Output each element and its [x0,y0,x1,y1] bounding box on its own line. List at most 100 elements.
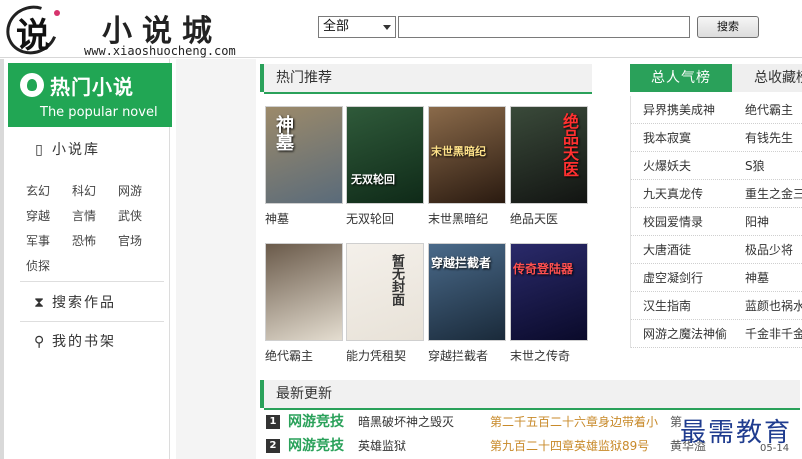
library-label: 小说库 [52,142,100,158]
search-category-select[interactable]: 全部 [318,16,396,38]
update-book-link[interactable]: 英雄监狱 [358,435,406,457]
update-category-link[interactable]: 网游竞技 [288,435,344,457]
ranking-book-link[interactable]: 火爆妖夫 [643,152,691,180]
cover-title: 穿越拦截者 [431,256,492,270]
update-rank-number: 2 [266,439,280,453]
book-cover[interactable]: 穿越拦截者 [428,243,506,341]
cover-title: 传奇登陆器 [513,262,574,276]
ranking-book-link[interactable]: 九天真龙传 [643,180,703,208]
hourglass-icon: ⧗ [34,295,46,311]
book-title[interactable]: 能力凭租契 [346,347,424,364]
logo-calligraphy: 说 [16,16,50,56]
cover-title: 无双轮回 [351,173,395,186]
book-card[interactable]: 神墓 神墓 [265,106,343,227]
tab-total-favorites[interactable]: 总收藏榜 [732,64,802,92]
update-book-link[interactable]: 暗黑破坏神之毁灭 [358,411,454,433]
genre-link[interactable]: 言情 [72,207,118,224]
site-header: 说 小说城 www.xiaoshuocheng.com 全部 搜索 [0,0,802,63]
ranking-row: 虚空凝剑行 神墓 [631,264,802,292]
genre-link[interactable]: 科幻 [72,182,118,199]
site-logo[interactable]: 说 小说城 www.xiaoshuocheng.com [0,0,254,63]
book-title[interactable]: 绝代霸主 [265,347,343,364]
sidebar-item-bookshelf[interactable]: ⚲ 我的书架 [34,331,116,351]
ranking-row: 异界携美成神 绝代霸主 [631,96,802,124]
banner-subtitle: The popular novel [40,105,158,120]
ranking-book-link[interactable]: 蓝颜也祸水 [745,292,802,320]
ranking-book-link[interactable]: 异界携美成神 [643,96,715,124]
logo-dot [54,10,60,16]
genre-link[interactable]: 侦探 [26,257,72,274]
ranking-tabs: 总人气榜 总收藏榜 [630,64,802,92]
sidebar-banner: 热门小说 The popular novel [8,63,172,127]
book-card[interactable]: 绝代霸主 [265,243,343,364]
ranking-row: 我本寂寞 有钱先生 [631,124,802,152]
book-card[interactable]: 暂无封面能力凭租契 [346,243,424,364]
cover-title: 神墓 [273,115,294,151]
ranking-book-link[interactable]: 神墓 [745,264,769,292]
ranking-book-link[interactable]: 汉生指南 [643,292,691,320]
book-cover[interactable]: 无双轮回 [346,106,424,204]
ranking-book-link[interactable]: 校园爱情录 [643,208,703,236]
divider [20,321,164,322]
ranking-book-link[interactable]: 绝代霸主 [745,96,793,124]
genre-link[interactable]: 玄幻 [26,182,72,199]
book-card[interactable]: 无双轮回 无双轮回 [346,106,424,227]
book-title[interactable]: 末世之传奇 [510,347,588,364]
book-card[interactable]: 传奇登陆器末世之传奇 [510,243,588,364]
book-title[interactable]: 无双轮回 [346,210,424,227]
genre-grid: 玄幻 科幻 网游 穿越 言情 武侠 军事 恐怖 官场 侦探 [26,182,166,274]
ranking-book-link[interactable]: 重生之金三 [745,180,802,208]
book-title[interactable]: 穿越拦截者 [428,347,506,364]
search-input[interactable] [398,16,690,38]
update-chapter-link[interactable]: 第九百二十四章英雄监狱89号 [490,435,649,457]
update-rank-number: 1 [266,415,280,429]
genre-link[interactable]: 武侠 [118,207,164,224]
update-category-link[interactable]: 网游竞技 [288,411,344,433]
book-cover[interactable] [265,243,343,341]
book-title[interactable]: 神墓 [265,210,343,227]
magnifier-icon: ⚲ [34,334,47,350]
ranking-row: 网游之魔法神偷 千金非千金 [631,320,802,348]
ranking-book-link[interactable]: S狼 [745,152,765,180]
book-cover[interactable]: 末世黑暗纪 [428,106,506,204]
genre-link[interactable]: 网游 [118,182,164,199]
ranking-book-link[interactable]: 有钱先生 [745,124,793,152]
watermark: 最需教育 [680,418,793,448]
ranking-book-link[interactable]: 大唐酒徒 [643,236,691,264]
cover-title: 暂无封面 [389,254,404,306]
cover-title: 绝品天医 [560,113,579,177]
site-url: www.xiaoshuocheng.com [84,44,236,58]
ranking-row: 九天真龙传 重生之金三 [631,180,802,208]
ranking-book-link[interactable]: 极品少将 [745,236,793,264]
banner-title: 热门小说 [50,75,134,99]
ranking-book-link[interactable]: 千金非千金 [745,320,802,348]
sidebar-item-library[interactable]: ▯ 小说库 [34,139,100,159]
book-card[interactable]: 末世黑暗纪 末世黑暗纪 [428,106,506,227]
ranking-book-link[interactable]: 网游之魔法神偷 [643,320,727,348]
book-cover[interactable]: 绝品天医 [510,106,588,204]
book-card[interactable]: 绝品天医 绝品天医 [510,106,588,227]
book-title[interactable]: 末世黑暗纪 [428,210,506,227]
genre-link[interactable]: 穿越 [26,207,72,224]
ranking-book-link[interactable]: 虚空凝剑行 [643,264,703,292]
search-button[interactable]: 搜索 [697,16,759,38]
sidebar-item-search-works[interactable]: ⧗ 搜索作品 [34,292,116,312]
hot-recommend-header: 热门推荐 [260,64,592,94]
genre-link[interactable]: 官场 [118,232,164,249]
book-cover[interactable]: 传奇登陆器 [510,243,588,341]
ranking-book-link[interactable]: 我本寂寞 [643,124,691,152]
cover-title: 末世黑暗纪 [431,145,486,158]
book-cover[interactable]: 暂无封面 [346,243,424,341]
genre-link[interactable]: 军事 [26,232,72,249]
ranking-book-link[interactable]: 阳神 [745,208,769,236]
genre-link[interactable]: 恐怖 [72,232,118,249]
bookshelf-label: 我的书架 [52,334,116,350]
ranking-list: 异界携美成神 绝代霸主我本寂寞 有钱先生火爆妖夫 S狼九天真龙传 重生之金三校园爱情录 阳… [630,96,802,348]
chevron-down-icon [383,25,391,30]
book-title[interactable]: 绝品天医 [510,210,588,227]
tab-total-popularity[interactable]: 总人气榜 [630,64,732,92]
sidebar: 热门小说 The popular novel ▯ 小说库 玄幻 科幻 网游 穿越 … [0,59,172,459]
book-cover[interactable]: 神墓 [265,106,343,204]
book-card[interactable]: 穿越拦截者 穿越拦截者 [428,243,506,364]
update-chapter-link[interactable]: 第二千五百二十六章身边带着小 [490,411,658,433]
